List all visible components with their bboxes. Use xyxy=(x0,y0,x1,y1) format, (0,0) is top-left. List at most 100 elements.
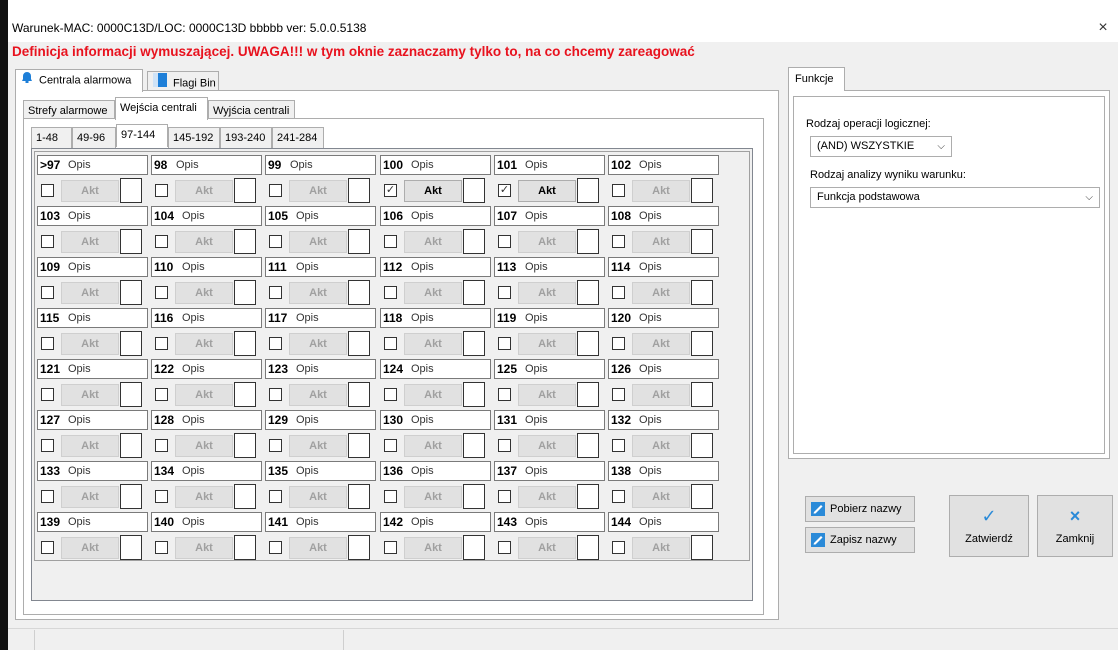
state-box[interactable] xyxy=(234,433,256,458)
input-name-field[interactable]: 129 Opis xyxy=(265,410,376,430)
state-box[interactable] xyxy=(463,280,485,305)
input-name-field[interactable]: 100 Opis xyxy=(380,155,491,175)
akt-button[interactable]: Akt xyxy=(289,180,347,202)
state-box[interactable] xyxy=(348,280,370,305)
akt-button[interactable]: Akt xyxy=(404,231,462,253)
akt-button[interactable]: Akt xyxy=(632,537,690,559)
akt-button[interactable]: Akt xyxy=(61,384,119,406)
input-checkbox[interactable] xyxy=(384,541,397,554)
akt-button[interactable]: Akt xyxy=(518,486,576,508)
input-checkbox[interactable] xyxy=(41,490,54,503)
input-checkbox[interactable] xyxy=(41,388,54,401)
akt-button[interactable]: Akt xyxy=(289,435,347,457)
input-name-field[interactable]: 110 Opis xyxy=(151,257,262,277)
input-checkbox[interactable] xyxy=(384,439,397,452)
input-name-field[interactable]: 120 Opis xyxy=(608,308,719,328)
state-box[interactable] xyxy=(120,280,142,305)
input-checkbox[interactable] xyxy=(498,541,511,554)
input-name-field[interactable]: 98 Opis xyxy=(151,155,262,175)
confirm-button[interactable]: ✓ Zatwierdź xyxy=(949,495,1029,557)
input-name-field[interactable]: >97 Opis xyxy=(37,155,148,175)
akt-button[interactable]: Akt xyxy=(61,537,119,559)
akt-button[interactable]: Akt xyxy=(175,282,233,304)
input-name-field[interactable]: 140 Opis xyxy=(151,512,262,532)
input-name-field[interactable]: 137 Opis xyxy=(494,461,605,481)
input-name-field[interactable]: 144 Opis xyxy=(608,512,719,532)
akt-button[interactable]: Akt xyxy=(404,384,462,406)
input-name-field[interactable]: 138 Opis xyxy=(608,461,719,481)
input-name-field[interactable]: 123 Opis xyxy=(265,359,376,379)
akt-button[interactable]: Akt xyxy=(404,486,462,508)
state-box[interactable] xyxy=(691,535,713,560)
akt-button[interactable]: Akt xyxy=(289,537,347,559)
state-box[interactable] xyxy=(120,535,142,560)
state-box[interactable] xyxy=(577,433,599,458)
state-box[interactable] xyxy=(463,484,485,509)
akt-button[interactable]: Akt xyxy=(61,333,119,355)
input-checkbox[interactable] xyxy=(498,439,511,452)
input-checkbox[interactable]: ✓ xyxy=(384,184,397,197)
state-box[interactable] xyxy=(234,331,256,356)
input-checkbox[interactable] xyxy=(612,541,625,554)
state-box[interactable] xyxy=(577,178,599,203)
input-checkbox[interactable] xyxy=(498,388,511,401)
state-box[interactable] xyxy=(120,178,142,203)
state-box[interactable] xyxy=(463,535,485,560)
akt-button[interactable]: Akt xyxy=(518,435,576,457)
input-name-field[interactable]: 105 Opis xyxy=(265,206,376,226)
state-box[interactable] xyxy=(348,484,370,509)
input-checkbox[interactable] xyxy=(41,439,54,452)
input-name-field[interactable]: 125 Opis xyxy=(494,359,605,379)
input-name-field[interactable]: 127 Opis xyxy=(37,410,148,430)
state-box[interactable] xyxy=(463,331,485,356)
state-box[interactable] xyxy=(234,229,256,254)
akt-button[interactable]: Akt xyxy=(175,333,233,355)
input-checkbox[interactable] xyxy=(269,388,282,401)
akt-button[interactable]: Akt xyxy=(632,282,690,304)
input-checkbox[interactable] xyxy=(269,490,282,503)
akt-button[interactable]: Akt xyxy=(632,435,690,457)
input-checkbox[interactable] xyxy=(612,235,625,248)
akt-button[interactable]: Akt xyxy=(289,282,347,304)
akt-button[interactable]: Akt xyxy=(518,333,576,355)
input-checkbox[interactable] xyxy=(612,439,625,452)
akt-button[interactable]: Akt xyxy=(289,384,347,406)
akt-button[interactable]: Akt xyxy=(632,486,690,508)
tab-range-49-96[interactable]: 49-96 xyxy=(72,127,116,148)
input-name-field[interactable]: 107 Opis xyxy=(494,206,605,226)
akt-button[interactable]: Akt xyxy=(518,231,576,253)
input-name-field[interactable]: 117 Opis xyxy=(265,308,376,328)
akt-button[interactable]: Akt xyxy=(289,486,347,508)
input-checkbox[interactable] xyxy=(612,337,625,350)
input-checkbox[interactable] xyxy=(41,184,54,197)
input-checkbox[interactable] xyxy=(269,439,282,452)
akt-button[interactable]: Akt xyxy=(518,384,576,406)
input-name-field[interactable]: 128 Opis xyxy=(151,410,262,430)
akt-button[interactable]: Akt xyxy=(518,282,576,304)
input-checkbox[interactable] xyxy=(384,286,397,299)
akt-button[interactable]: Akt xyxy=(61,435,119,457)
state-box[interactable] xyxy=(348,382,370,407)
input-checkbox[interactable] xyxy=(269,286,282,299)
input-name-field[interactable]: 102 Opis xyxy=(608,155,719,175)
akt-button[interactable]: Akt xyxy=(175,537,233,559)
input-checkbox[interactable]: ✓ xyxy=(498,184,511,197)
close-button[interactable]: × Zamknij xyxy=(1037,495,1113,557)
tab-range-193-240[interactable]: 193-240 xyxy=(220,127,272,148)
akt-button[interactable]: Akt xyxy=(289,231,347,253)
save-names-button[interactable]: Zapisz nazwy xyxy=(805,527,915,553)
input-name-field[interactable]: 139 Opis xyxy=(37,512,148,532)
input-checkbox[interactable] xyxy=(498,337,511,350)
state-box[interactable] xyxy=(463,433,485,458)
input-name-field[interactable]: 135 Opis xyxy=(265,461,376,481)
input-name-field[interactable]: 126 Opis xyxy=(608,359,719,379)
state-box[interactable] xyxy=(463,178,485,203)
state-box[interactable] xyxy=(348,178,370,203)
state-box[interactable] xyxy=(348,433,370,458)
akt-button[interactable]: Akt xyxy=(404,180,462,202)
tab-centrala-alarmowa[interactable]: Centrala alarmowa xyxy=(15,69,143,92)
akt-button[interactable]: Akt xyxy=(61,231,119,253)
akt-button[interactable]: Akt xyxy=(61,180,119,202)
input-name-field[interactable]: 112 Opis xyxy=(380,257,491,277)
state-box[interactable] xyxy=(577,280,599,305)
